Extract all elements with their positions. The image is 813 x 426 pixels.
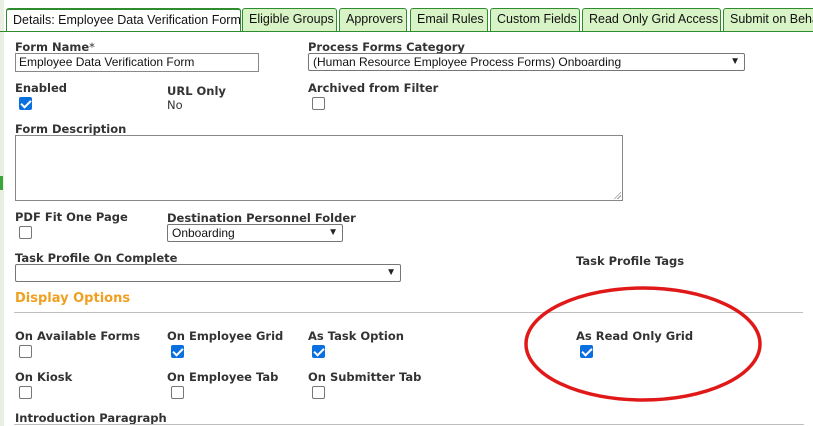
form-description-textarea[interactable] bbox=[15, 135, 623, 201]
chevron-down-icon: ▼ bbox=[328, 227, 338, 238]
task-profile-select[interactable]: ▼ bbox=[15, 264, 401, 282]
tab-email-rules[interactable]: Email Rules bbox=[410, 8, 488, 31]
pdf-fit-label: PDF Fit One Page bbox=[15, 210, 128, 224]
enabled-checkbox[interactable] bbox=[19, 97, 32, 110]
on-employee-tab-label: On Employee Tab bbox=[167, 370, 279, 384]
introduction-paragraph-label: Introduction Paragraph bbox=[15, 411, 167, 425]
tab-details[interactable]: Details: Employee Data Verification Form bbox=[6, 8, 241, 31]
tab-read-only-grid-access[interactable]: Read Only Grid Access bbox=[582, 8, 721, 31]
chevron-down-icon: ▼ bbox=[730, 56, 740, 67]
form-description-label: Form Description bbox=[15, 122, 127, 136]
archived-label: Archived from Filter bbox=[308, 81, 439, 95]
process-category-value: (Human Resource Employee Process Forms) … bbox=[313, 55, 622, 69]
display-options-title: Display Options bbox=[15, 291, 131, 306]
on-employee-tab-checkbox[interactable] bbox=[171, 386, 184, 399]
url-only-value: No bbox=[167, 98, 183, 112]
on-submitter-tab-checkbox[interactable] bbox=[312, 386, 325, 399]
introduction-field-edge bbox=[14, 424, 804, 425]
task-profile-tags-label: Task Profile Tags bbox=[576, 254, 685, 268]
url-only-label: URL Only bbox=[167, 84, 226, 98]
on-employee-grid-checkbox[interactable] bbox=[171, 345, 184, 358]
tab-bar: Details: Employee Data Verification Form… bbox=[0, 0, 813, 32]
archived-checkbox[interactable] bbox=[312, 97, 325, 110]
on-kiosk-label: On Kiosk bbox=[15, 370, 73, 384]
tab-submit-on-behalf[interactable]: Submit on Beha bbox=[723, 8, 813, 31]
destination-folder-value: Onboarding bbox=[172, 226, 235, 240]
destination-folder-select[interactable]: Onboarding ▼ bbox=[167, 224, 343, 242]
on-submitter-tab-label: On Submitter Tab bbox=[308, 370, 422, 384]
on-available-forms-label: On Available Forms bbox=[15, 329, 141, 343]
pdf-fit-checkbox[interactable] bbox=[19, 226, 32, 239]
form-name-label: Form Name* bbox=[15, 40, 95, 54]
process-category-select[interactable]: (Human Resource Employee Process Forms) … bbox=[308, 53, 745, 71]
chevron-down-icon: ▼ bbox=[386, 267, 396, 278]
annotation-ellipse bbox=[524, 286, 762, 402]
on-kiosk-checkbox[interactable] bbox=[19, 386, 32, 399]
destination-folder-label: Destination Personnel Folder bbox=[167, 211, 356, 225]
as-task-option-label: As Task Option bbox=[308, 329, 404, 343]
process-category-label: Process Forms Category bbox=[308, 40, 465, 54]
on-available-forms-checkbox[interactable] bbox=[19, 345, 32, 358]
as-task-option-checkbox[interactable] bbox=[312, 345, 325, 358]
tab-approvers[interactable]: Approvers bbox=[339, 8, 407, 31]
resize-grip-icon[interactable] bbox=[613, 191, 621, 199]
left-edge-strip bbox=[0, 0, 4, 426]
task-profile-label: Task Profile On Complete bbox=[15, 251, 178, 265]
tab-custom-fields[interactable]: Custom Fields bbox=[490, 8, 580, 31]
tab-underline bbox=[0, 31, 813, 32]
form-name-input[interactable]: Employee Data Verification Form bbox=[15, 53, 259, 72]
required-marker: * bbox=[89, 40, 95, 54]
tab-eligible-groups[interactable]: Eligible Groups bbox=[242, 8, 337, 31]
edge-marker bbox=[0, 176, 3, 190]
on-employee-grid-label: On Employee Grid bbox=[167, 329, 284, 343]
annotation-circle bbox=[524, 286, 762, 402]
enabled-label: Enabled bbox=[15, 81, 68, 95]
